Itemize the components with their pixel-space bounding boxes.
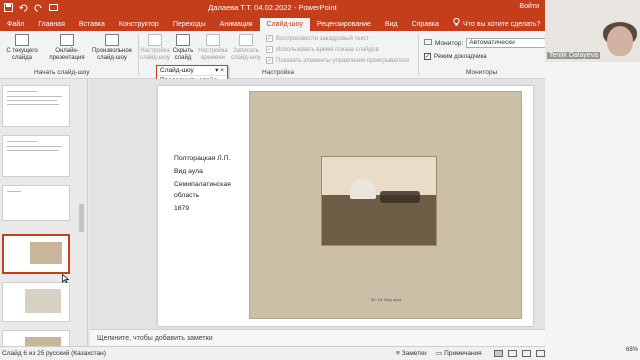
tab-view[interactable]: Вид: [378, 18, 405, 31]
monitor-label: Монитор:: [435, 39, 464, 47]
photo-caption: 50. 18. Вид аула: [371, 297, 402, 302]
tab-transitions[interactable]: Переходы: [166, 18, 213, 31]
group-divider: [138, 34, 139, 76]
custom-slide-show-button[interactable]: Произвольное слайд-шоу: [90, 34, 134, 62]
caption-title: Вид аула: [174, 168, 203, 175]
thumbnail-scrollbar[interactable]: [79, 204, 84, 232]
present-online-icon: [60, 34, 74, 46]
tell-me-label: Что вы хотите сделать?: [463, 21, 541, 28]
tab-animations[interactable]: Анимация: [213, 18, 260, 31]
custom-show-icon: [105, 34, 119, 46]
tab-home[interactable]: Главная: [31, 18, 72, 31]
slide-thumbnail[interactable]: [2, 185, 70, 221]
tab-design[interactable]: Конструктор: [112, 18, 166, 31]
timer-icon: [206, 34, 220, 46]
webcam-panel: Tenlik Dalayeva 68%: [545, 0, 640, 360]
language-indicator[interactable]: русский (Казахстан): [46, 347, 106, 360]
normal-view-button[interactable]: [494, 350, 503, 357]
comment-icon: ▭: [436, 350, 443, 357]
popup-header: Слайд-шоу ▾ ×: [157, 66, 227, 76]
group-divider: [418, 34, 419, 76]
use-timings-checkbox[interactable]: ✓ Использовать время показа слайдов: [266, 46, 379, 53]
sign-in-link[interactable]: Войти: [519, 3, 539, 10]
present-online-button[interactable]: Онлайн-презентация: [46, 34, 88, 62]
record-icon: [239, 34, 253, 46]
caption-author: Полторацкая Л.П.: [174, 155, 231, 162]
tab-help[interactable]: Справка: [405, 18, 446, 31]
comments-button[interactable]: ▭ Примечания: [436, 347, 482, 360]
notes-pane[interactable]: Щелкните, чтобы добавить заметки: [90, 329, 545, 346]
caption-region: Семипалатинская область: [174, 181, 231, 199]
slide-caption[interactable]: Полторацкая Л.П. Вид аула Семипалатинска…: [174, 153, 246, 216]
group-label-start: Начать слайд-шоу: [34, 69, 90, 76]
zoom-level[interactable]: 68%: [626, 347, 638, 353]
slide-thumbnail[interactable]: [2, 282, 70, 322]
slide-show-view-button[interactable]: [536, 350, 545, 357]
participant-name: Tenlik Dalayeva: [547, 52, 601, 59]
play-narrations-checkbox[interactable]: ✓ Воспроизвести закадровый текст: [266, 35, 369, 42]
popup-title: Слайд-шоу: [160, 67, 194, 74]
slide-thumbnail-pane: [0, 79, 88, 346]
setup-icon: [148, 34, 162, 46]
tab-slide-show[interactable]: Слайд-шоу: [259, 18, 310, 31]
from-current-slide-button[interactable]: С текущего слайда: [2, 34, 42, 62]
people-group-shape: [380, 191, 420, 203]
photo-mount[interactable]: 50. 18. Вид аула: [249, 91, 522, 319]
notes-button[interactable]: ≡ Заметки: [396, 347, 427, 360]
rehearse-timings-button[interactable]: Настройка времени: [198, 34, 228, 62]
caption-year: 1879: [174, 205, 190, 212]
monitor-icon: [424, 38, 432, 48]
yurt-shape: [350, 179, 376, 199]
current-slide[interactable]: Полторацкая Л.П. Вид аула Семипалатинска…: [158, 86, 533, 326]
hide-slide-icon: [176, 34, 190, 46]
tell-me-box[interactable]: Что вы хотите сделать?: [446, 17, 547, 31]
slide-thumbnail[interactable]: [2, 135, 70, 177]
tab-insert[interactable]: Вставка: [72, 18, 112, 31]
slide-thumbnail[interactable]: [2, 330, 70, 346]
tab-review[interactable]: Рецензирование: [310, 18, 378, 31]
document-title: Далаева Т.Т. 04.02.2022 - PowerPoint: [208, 3, 337, 12]
status-bar: Слайд 6 из 25 русский (Казахстан) ≡ Замет…: [0, 346, 545, 360]
title-bar: Далаева Т.Т. 04.02.2022 - PowerPoint Вой…: [0, 0, 545, 16]
record-slide-show-button[interactable]: Записать слайд-шоу: [230, 34, 262, 62]
slide-thumbnail-selected[interactable]: [2, 234, 70, 274]
group-label-monitors: Мониторы: [466, 69, 498, 76]
setup-slide-show-button[interactable]: Настройка слайд-шоу: [140, 34, 170, 62]
hide-slide-button[interactable]: Скрыть слайд: [170, 34, 196, 62]
show-media-controls-checkbox[interactable]: ✓ Показать элементы управления проигрыват…: [266, 57, 409, 64]
slide-counter: Слайд 6 из 25: [2, 350, 45, 357]
notes-icon: ≡: [396, 350, 400, 357]
tab-file[interactable]: Файл: [0, 18, 31, 31]
slide-thumbnail[interactable]: [2, 85, 70, 127]
slide-sorter-button[interactable]: [508, 350, 517, 357]
monitor-selector: Монитор: Автоматически: [424, 38, 561, 48]
ribbon-tabs: Файл Главная Вставка Конструктор Переход…: [0, 16, 545, 31]
group-label-setup: Настройка: [262, 69, 294, 76]
slide-editor: Полторацкая Л.П. Вид аула Семипалатинска…: [90, 79, 545, 329]
mouse-cursor-icon: [62, 273, 70, 285]
slideshow-icon: [15, 34, 29, 46]
popup-controls[interactable]: ▾ ×: [215, 66, 224, 76]
reading-view-button[interactable]: [522, 350, 531, 357]
historical-photo: [321, 156, 437, 246]
ribbon: С текущего слайда Онлайн-презентация Про…: [0, 31, 561, 79]
presenter-view-checkbox[interactable]: ✓ Режим докладчика: [424, 53, 487, 60]
participant-face: [607, 26, 633, 56]
lightbulb-icon: [453, 17, 460, 31]
